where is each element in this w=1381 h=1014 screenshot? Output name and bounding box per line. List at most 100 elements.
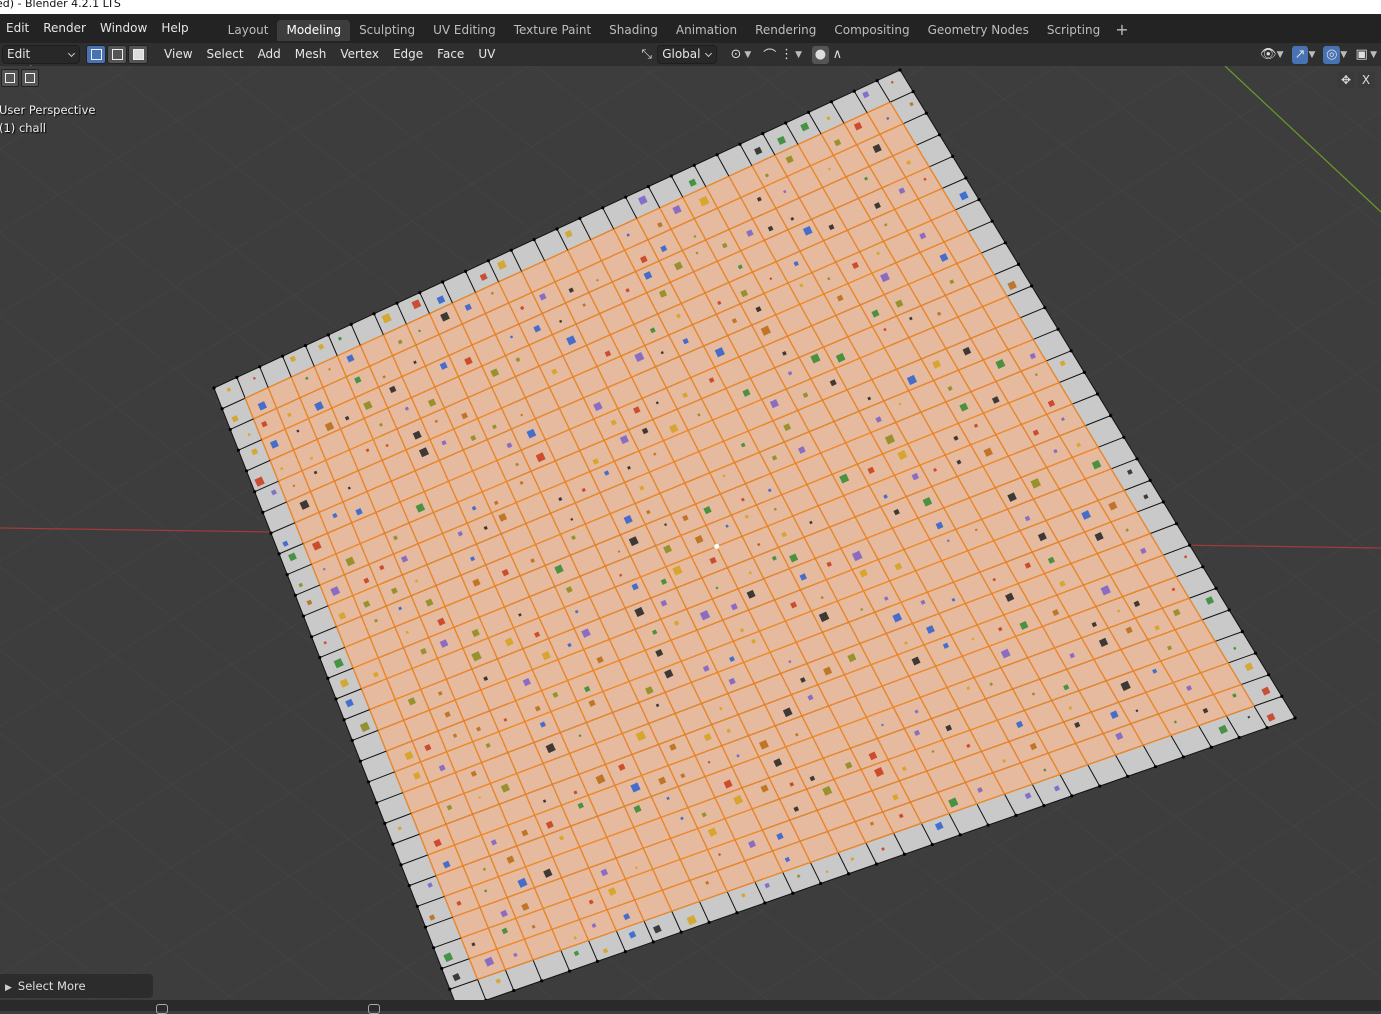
- gizmo-icon[interactable]: ↗: [1291, 45, 1309, 64]
- viewport-header: Edit Mode View Select Add Mesh Vertex Ed…: [0, 43, 1381, 78]
- mesh-vertex: [326, 333, 330, 337]
- chevron-down-icon[interactable]: ▼: [1277, 50, 1284, 60]
- tab-animation[interactable]: Animation: [667, 20, 746, 41]
- workspace-tabs: Layout Modeling Sculpting UV Editing Tex…: [219, 14, 1135, 43]
- tab-sculpting[interactable]: Sculpting: [350, 20, 424, 41]
- mesh-vertex: [1161, 500, 1165, 504]
- mesh-vertex: [512, 988, 516, 993]
- mesh-vertex: [986, 823, 990, 827]
- menu-mesh[interactable]: Mesh: [288, 45, 334, 64]
- mesh-vertex: [1237, 735, 1241, 740]
- select-mode-icon[interactable]: [21, 69, 39, 87]
- tab-texture-paint[interactable]: Texture Paint: [505, 20, 600, 41]
- tab-compositing[interactable]: Compositing: [825, 20, 918, 41]
- navigation-gizmo-icon[interactable]: ✥: [1337, 72, 1355, 88]
- chevron-down-icon[interactable]: ▼: [795, 50, 802, 60]
- mesh-vertex: [578, 216, 582, 220]
- tab-rendering[interactable]: Rendering: [746, 20, 825, 41]
- tab-shading[interactable]: Shading: [600, 20, 667, 41]
- status-bar: [0, 1000, 1381, 1014]
- chevron-down-icon[interactable]: ▼: [1340, 50, 1347, 60]
- overlays-icon[interactable]: ◎: [1323, 45, 1341, 64]
- snap-icon[interactable]: ⌒: [761, 46, 778, 64]
- mesh-vertex: [738, 142, 742, 146]
- menu-edit[interactable]: Edit: [0, 14, 37, 43]
- mesh-vertex: [601, 206, 605, 210]
- proportional-edit-icon[interactable]: ●: [812, 45, 829, 64]
- operator-label: Select More: [17, 979, 86, 993]
- visibility-icon[interactable]: 👁: [1260, 46, 1277, 64]
- transform-orientation-icon[interactable]: ⤡: [638, 46, 655, 64]
- mesh-vertex: [258, 365, 262, 369]
- mesh-vertex: [1014, 813, 1018, 817]
- mesh-vertex: [349, 322, 353, 326]
- orientation-dropdown[interactable]: Global: [657, 45, 718, 64]
- chevron-down-icon[interactable]: ▼: [1308, 50, 1315, 60]
- active-object-label: (1) chall: [0, 121, 46, 135]
- menu-face[interactable]: Face: [430, 45, 471, 64]
- mesh-vertex: [301, 614, 306, 618]
- menu-render[interactable]: Render: [37, 14, 94, 43]
- mesh-vertex: [964, 176, 968, 180]
- mesh-vertex: [1095, 392, 1100, 396]
- operator-panel[interactable]: ▶ Select More: [0, 974, 153, 998]
- mesh-vertex: [1267, 673, 1271, 677]
- mesh-vertex: [269, 531, 273, 535]
- menu-vertex[interactable]: Vertex: [333, 45, 386, 64]
- mesh-vertex: [624, 195, 628, 199]
- mesh-vertex: [623, 950, 628, 954]
- mesh-vertex: [391, 842, 395, 846]
- mesh-vertex: [407, 884, 411, 888]
- mesh-vertex: [1135, 457, 1139, 461]
- tab-uv-editing[interactable]: UV Editing: [424, 20, 505, 41]
- mesh-vertex: [440, 966, 444, 971]
- mesh-vertex: [735, 911, 739, 915]
- mesh-vertex: [310, 635, 314, 639]
- chevron-down-icon[interactable]: ▼: [744, 50, 751, 60]
- tab-modeling[interactable]: Modeling: [277, 20, 351, 41]
- mesh-vertex: [1122, 435, 1126, 439]
- origin-marker: [714, 544, 720, 549]
- mesh-vertex: [326, 676, 330, 680]
- mesh-vertex: [784, 121, 788, 125]
- edge-select-icon[interactable]: [107, 45, 128, 64]
- select-box-icon[interactable]: [1, 69, 19, 87]
- close-icon[interactable]: X: [1357, 72, 1375, 88]
- snap-target-icon[interactable]: ⋮: [778, 46, 795, 64]
- menu-view[interactable]: View: [157, 45, 199, 64]
- menu-uv[interactable]: UV: [471, 45, 502, 64]
- mesh-vertex: [1082, 370, 1086, 374]
- mesh-vertex: [1209, 745, 1213, 749]
- menu-add[interactable]: Add: [251, 45, 288, 64]
- tab-layout[interactable]: Layout: [219, 20, 278, 41]
- mesh-vertex: [236, 448, 240, 452]
- mesh-vertex: [1174, 522, 1179, 526]
- face-select-icon[interactable]: [128, 45, 149, 64]
- vertex-select-icon[interactable]: [86, 45, 107, 64]
- mesh-vertex: [448, 987, 452, 991]
- mesh-vertex: [1240, 630, 1244, 634]
- mesh-vertex: [1280, 694, 1284, 699]
- menu-edge[interactable]: Edge: [386, 45, 430, 64]
- add-workspace-button[interactable]: +: [1109, 20, 1134, 39]
- tab-scripting[interactable]: Scripting: [1038, 20, 1109, 41]
- mesh-vertex: [1069, 349, 1073, 353]
- mesh-vertex: [342, 718, 346, 722]
- falloff-icon[interactable]: ∧: [829, 46, 846, 64]
- mesh-vertex: [1227, 608, 1231, 612]
- menu-help[interactable]: Help: [155, 14, 196, 43]
- 3d-viewport[interactable]: [0, 66, 1381, 1000]
- mesh-vertex: [874, 862, 879, 866]
- xray-icon[interactable]: ▣: [1353, 46, 1370, 64]
- tab-geometry-nodes[interactable]: Geometry Nodes: [919, 20, 1038, 41]
- chevron-down-icon[interactable]: ▼: [1370, 50, 1377, 60]
- perspective-label: User Perspective: [0, 103, 96, 117]
- menu-window[interactable]: Window: [94, 14, 155, 43]
- mesh-vertex: [806, 110, 811, 114]
- mode-dropdown[interactable]: Edit Mode: [2, 45, 81, 78]
- menu-select[interactable]: Select: [200, 45, 251, 64]
- mesh-vertex: [555, 227, 559, 231]
- pivot-point-icon[interactable]: ⊙: [727, 46, 744, 64]
- mesh-vertex: [418, 291, 422, 295]
- mesh-vertex: [423, 925, 428, 929]
